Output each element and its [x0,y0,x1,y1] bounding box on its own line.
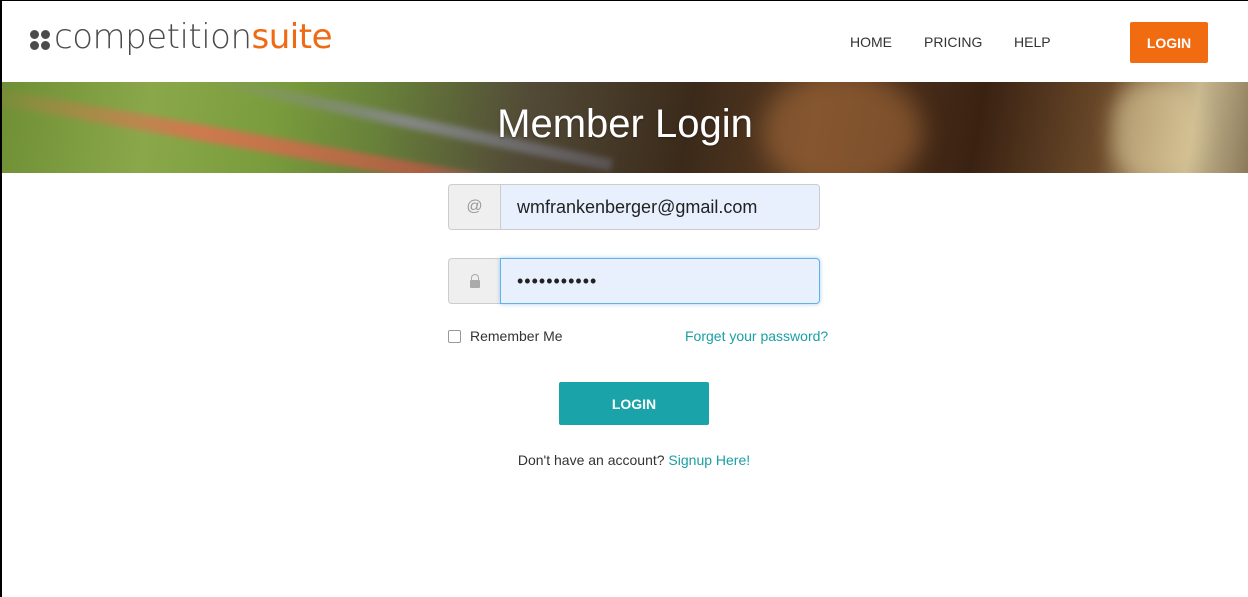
at-sign-icon: @ [448,184,500,230]
remember-me-checkbox[interactable] [448,329,461,343]
remember-me[interactable]: Remember Me [448,328,563,344]
signup-text: Don't have an account? [517,452,665,468]
email-field-group: @ [448,184,820,230]
nav-pricing-link[interactable]: PRICING [924,34,982,50]
site-header: competition suite HOME PRICING HELP LOGIN [2,1,1248,82]
nav-help-link[interactable]: HELP [1014,34,1051,50]
login-submit-button[interactable]: LOGIN [559,382,709,425]
email-input[interactable] [500,184,820,230]
hero-banner: Member Login [2,82,1248,173]
page-title: Member Login [497,102,753,146]
main-nav: HOME PRICING HELP [2,34,1248,54]
password-field-group [448,258,820,304]
password-input[interactable] [500,258,820,304]
nav-home-link[interactable]: HOME [850,34,892,50]
remember-me-label: Remember Me [470,328,563,344]
signup-link[interactable]: Signup Here! [668,452,750,468]
forgot-password-link[interactable]: Forget your password? [685,328,828,344]
lock-icon [448,258,500,304]
signup-prompt: Don't have an account? Signup Here! [2,452,1248,468]
header-login-button[interactable]: LOGIN [1130,22,1208,63]
